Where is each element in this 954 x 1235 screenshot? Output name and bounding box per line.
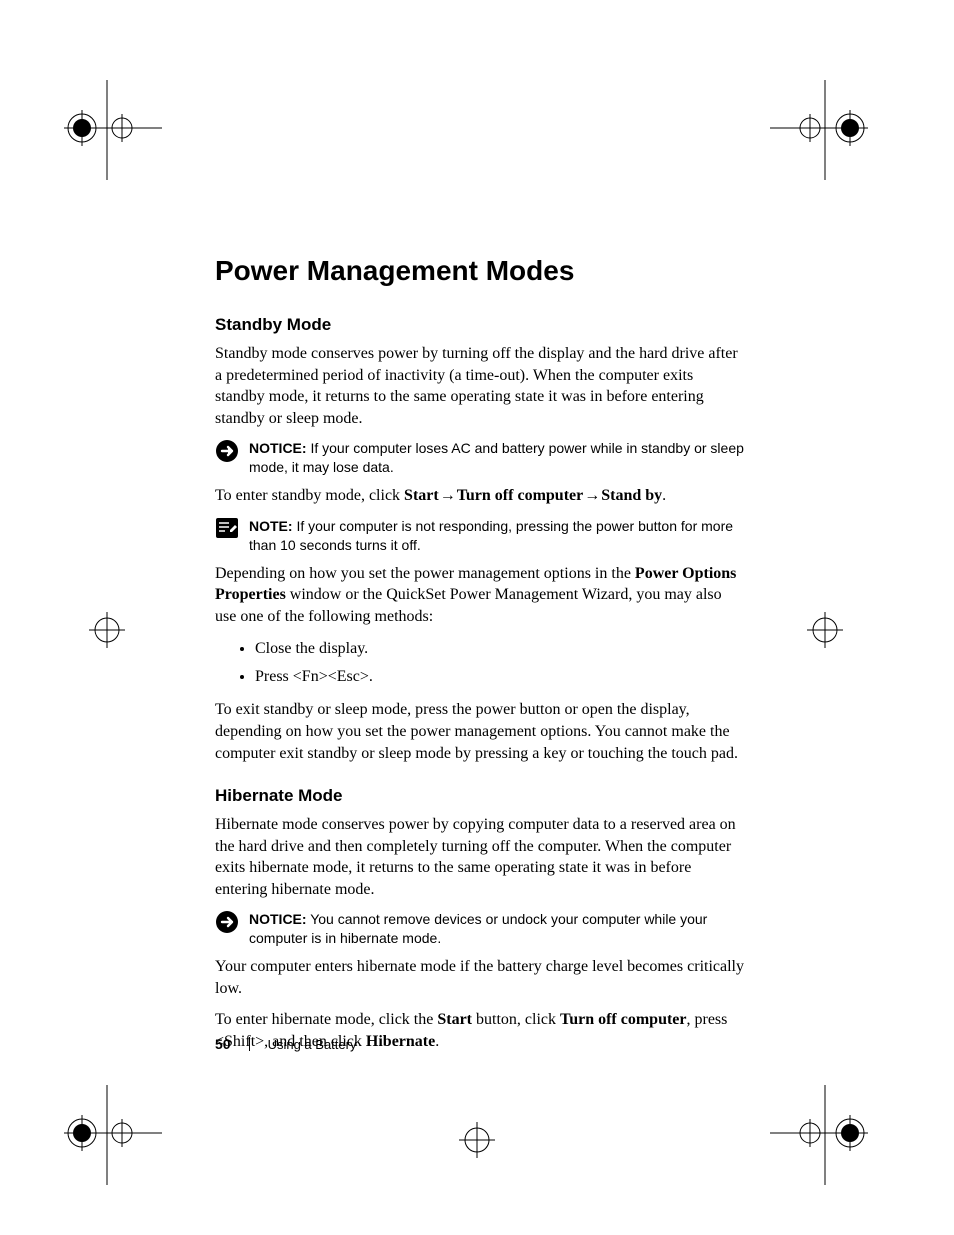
list-item: Press <Fn><Esc>. — [255, 665, 745, 689]
notice-text: NOTICE: If your computer loses AC and ba… — [249, 439, 745, 477]
note-label: NOTE: — [249, 518, 293, 534]
footer-divider — [249, 1037, 250, 1051]
notice-label: NOTICE: — [249, 440, 307, 456]
standby-paragraph-3: Depending on how you set the power manag… — [215, 563, 745, 628]
crop-mark-top-left — [52, 80, 162, 180]
note-body: If your computer is not responding, pres… — [249, 518, 733, 553]
page-number: 50 — [215, 1036, 231, 1052]
hibernate-notice: NOTICE: You cannot remove devices or und… — [215, 910, 745, 948]
standby-paragraph-4: To exit standby or sleep mode, press the… — [215, 699, 745, 764]
crop-mark-bottom-left — [52, 1085, 162, 1185]
notice-body: You cannot remove devices or undock your… — [249, 911, 707, 946]
notice-icon — [215, 439, 243, 463]
note-text: NOTE: If your computer is not responding… — [249, 517, 745, 555]
standby-heading: Standby Mode — [215, 315, 745, 335]
list-item: Close the display. — [255, 637, 745, 661]
hibernate-heading: Hibernate Mode — [215, 786, 745, 806]
crop-mark-mid-right — [770, 580, 880, 680]
crop-mark-bottom-center — [432, 1100, 522, 1180]
standby-enter-instruction: To enter standby mode, click Start→Turn … — [215, 485, 745, 507]
notice-label: NOTICE: — [249, 911, 307, 927]
crop-mark-mid-left — [52, 580, 162, 680]
crop-mark-bottom-right — [770, 1085, 880, 1185]
page-title: Power Management Modes — [215, 255, 745, 287]
note-icon — [215, 517, 243, 539]
standby-notice-1: NOTICE: If your computer loses AC and ba… — [215, 439, 745, 477]
footer-section: Using a Battery — [268, 1037, 357, 1052]
notice-text: NOTICE: You cannot remove devices or und… — [249, 910, 745, 948]
hibernate-paragraph-2: Your computer enters hibernate mode if t… — [215, 956, 745, 999]
notice-body: If your computer loses AC and battery po… — [249, 440, 744, 475]
page-content: Power Management Modes Standby Mode Stan… — [215, 255, 745, 1063]
crop-mark-top-right — [770, 80, 880, 180]
standby-methods-list: Close the display. Press <Fn><Esc>. — [215, 637, 745, 689]
standby-note: NOTE: If your computer is not responding… — [215, 517, 745, 555]
notice-icon — [215, 910, 243, 934]
standby-paragraph-1: Standby mode conserves power by turning … — [215, 343, 745, 429]
page-footer: 50 Using a Battery — [215, 1036, 356, 1052]
hibernate-paragraph-1: Hibernate mode conserves power by copyin… — [215, 814, 745, 900]
